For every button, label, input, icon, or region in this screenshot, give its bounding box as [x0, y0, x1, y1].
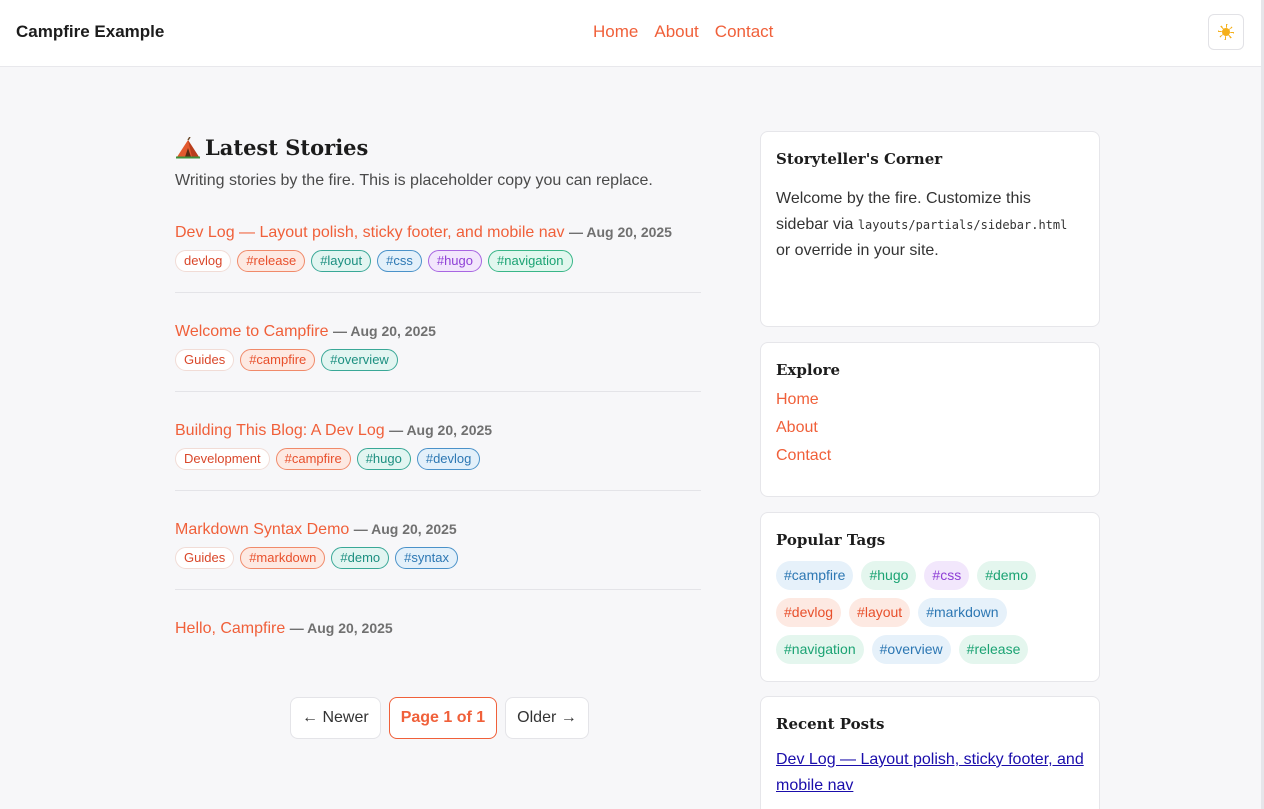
post-item: Dev Log — Layout polish, sticky footer, …: [175, 224, 701, 293]
category-badge[interactable]: devlog: [175, 250, 232, 272]
tag-overview[interactable]: #overview: [321, 349, 398, 371]
post-item: Building This Blog: A Dev Log — Aug 20, …: [175, 392, 701, 491]
post-title-link[interactable]: Building This Blog: A Dev Log: [175, 422, 385, 439]
category-badge[interactable]: Development: [175, 448, 270, 470]
current-page-button[interactable]: Page 1 of 1: [388, 697, 498, 739]
nav-about-link[interactable]: About: [654, 22, 698, 42]
older-button[interactable]: Older →: [505, 697, 589, 739]
popular-tag[interactable]: #markdown: [918, 598, 1007, 627]
popular-tag[interactable]: #layout: [849, 598, 911, 627]
intro-text: Writing stories by the fire. This is pla…: [175, 172, 653, 189]
popular-tag[interactable]: #overview: [871, 635, 951, 664]
tag-hugo[interactable]: #hugo: [356, 448, 411, 470]
tag-markdown[interactable]: #markdown: [240, 547, 326, 569]
theme-toggle-button[interactable]: [1208, 14, 1244, 50]
category-badge[interactable]: Guides: [175, 349, 235, 371]
explore-contact-link[interactable]: Contact: [776, 447, 1084, 465]
sidebar-path-code: layouts/partials/sidebar.html: [857, 218, 1068, 232]
category-badge[interactable]: Guides: [175, 547, 235, 569]
popular-tag[interactable]: #devlog: [776, 598, 842, 627]
tag-campfire[interactable]: #campfire: [275, 448, 351, 470]
popular-tag[interactable]: #campfire: [776, 561, 854, 590]
post-date: — Aug 20, 2025: [289, 620, 393, 636]
tag-release[interactable]: #release: [237, 250, 306, 272]
popular-tag[interactable]: #demo: [977, 561, 1037, 590]
site-header: Campfire Example Home About Contact: [0, 0, 1261, 67]
tag-syntax[interactable]: #syntax: [395, 547, 458, 569]
post-date: — Aug 20, 2025: [332, 323, 436, 339]
post-item: Welcome to Campfire — Aug 20, 2025 Guide…: [175, 293, 701, 392]
post-date: — Aug 20, 2025: [569, 224, 672, 240]
newer-button[interactable]: ← Newer: [290, 697, 381, 739]
nav-home-link[interactable]: Home: [593, 22, 638, 42]
popular-tag[interactable]: #release: [958, 635, 1029, 664]
pagination: ← Newer Page 1 of 1 Older →: [290, 697, 589, 739]
main-content: Latest Stories Writing stories by the fi…: [175, 135, 701, 658]
page-heading: Latest Stories: [175, 135, 701, 160]
tag-layout[interactable]: #layout: [311, 250, 372, 272]
tent-icon: [175, 136, 201, 159]
tag-devlog[interactable]: #devlog: [416, 448, 481, 470]
explore-title: Explore: [776, 361, 841, 379]
explore-card: Explore Home About Contact: [760, 342, 1100, 497]
post-title-link[interactable]: Hello, Campfire: [175, 620, 285, 637]
popular-tags-title: Popular Tags: [776, 531, 886, 549]
popular-tag[interactable]: #hugo: [861, 561, 917, 590]
post-title-link[interactable]: Dev Log — Layout polish, sticky footer, …: [175, 224, 565, 241]
popular-tags-card: Popular Tags #campfire #hugo #css #demo …: [760, 512, 1100, 682]
post-title-link[interactable]: Markdown Syntax Demo: [175, 521, 349, 538]
post-date: — Aug 20, 2025: [389, 422, 493, 438]
popular-tag[interactable]: #navigation: [776, 635, 864, 664]
recent-post-link[interactable]: Dev Log — Layout polish, sticky footer, …: [776, 747, 1084, 799]
post-title-link[interactable]: Welcome to Campfire: [175, 323, 329, 340]
tag-campfire[interactable]: #campfire: [240, 349, 316, 371]
recent-posts-title: Recent Posts: [776, 715, 885, 733]
storyteller-text: Welcome by the fire. Customize this side…: [776, 190, 1068, 259]
explore-about-link[interactable]: About: [776, 419, 1084, 437]
recent-posts-card: Recent Posts Dev Log — Layout polish, st…: [760, 696, 1100, 809]
explore-home-link[interactable]: Home: [776, 391, 1084, 409]
tag-css[interactable]: #css: [377, 250, 422, 272]
site-brand[interactable]: Campfire Example: [16, 22, 164, 42]
tag-demo[interactable]: #demo: [331, 547, 390, 569]
nav-contact-link[interactable]: Contact: [715, 22, 774, 42]
main-nav: Home About Contact: [593, 22, 773, 42]
post-item: Markdown Syntax Demo — Aug 20, 2025 Guid…: [175, 491, 701, 590]
storyteller-card: Storyteller's Corner Welcome by the fire…: [760, 131, 1100, 327]
tag-navigation[interactable]: #navigation: [488, 250, 573, 272]
popular-tag[interactable]: #css: [924, 561, 970, 590]
tag-hugo[interactable]: #hugo: [427, 250, 482, 272]
post-date: — Aug 20, 2025: [353, 521, 457, 537]
page-title: Latest Stories: [205, 135, 369, 160]
post-item: Hello, Campfire — Aug 20, 2025: [175, 590, 701, 658]
sun-icon: [1218, 24, 1234, 40]
storyteller-title: Storyteller's Corner: [776, 150, 943, 168]
